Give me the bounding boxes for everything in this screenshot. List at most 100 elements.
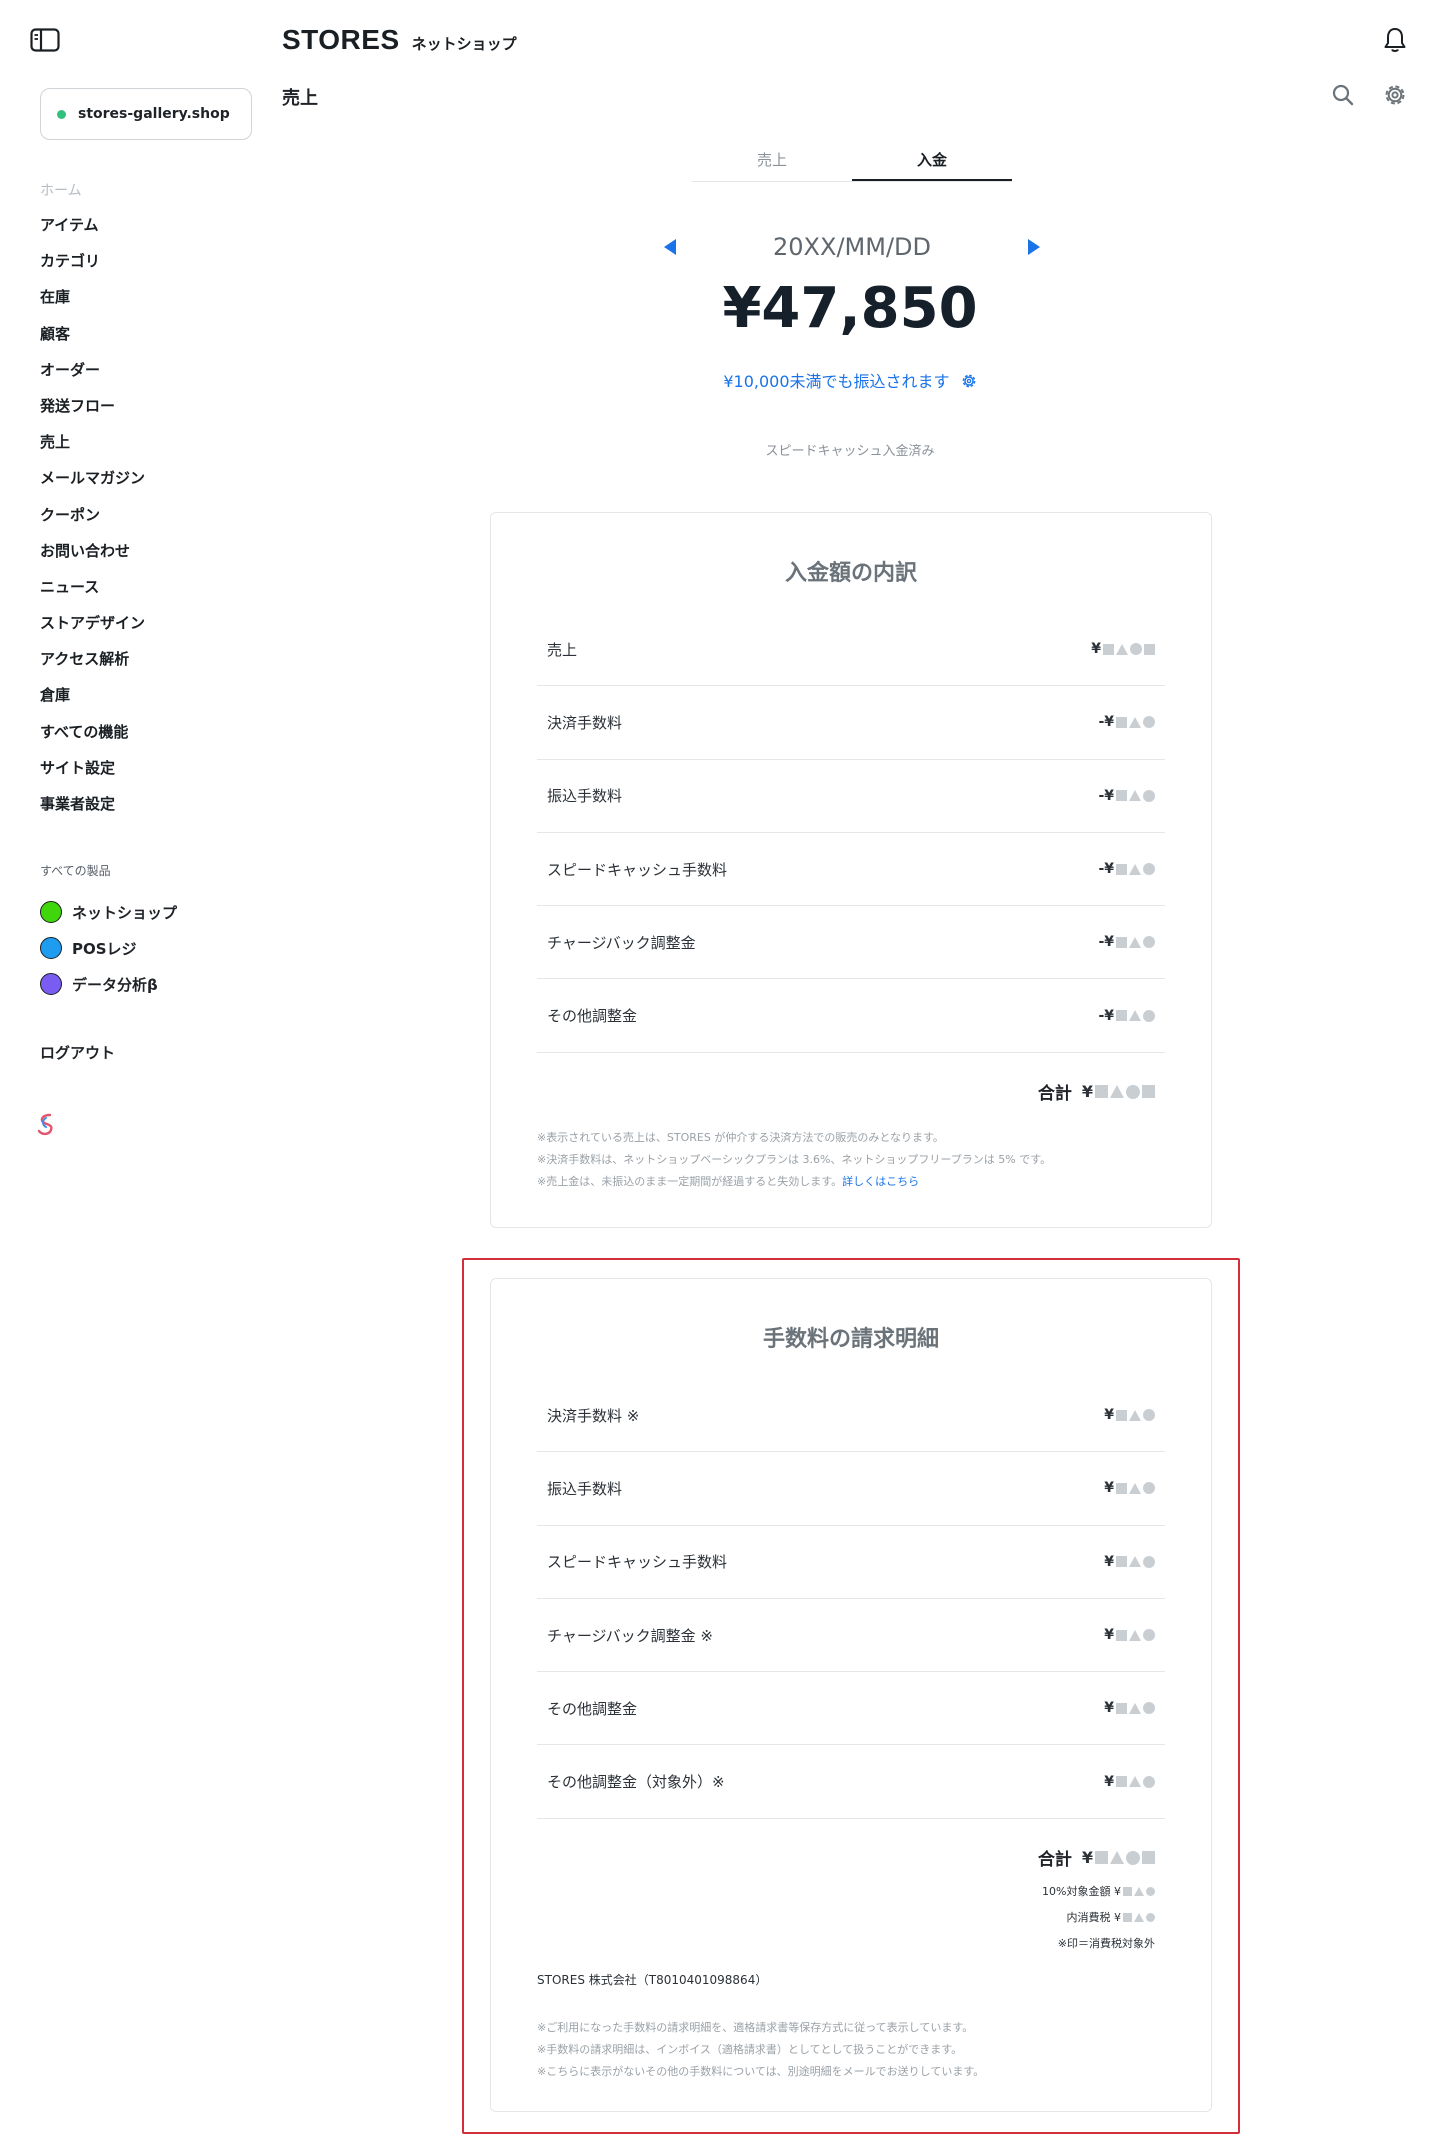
breakdown-total: 合計 ¥	[537, 1079, 1165, 1104]
product-label: ネットショップ	[72, 903, 178, 922]
transfer-note-text: ¥10,000未満でも振込されます	[723, 372, 950, 391]
row-label: 振込手数料	[547, 787, 623, 806]
product-list: ネットショップ POSレジ データ分析β	[40, 894, 177, 1002]
card-title: 入金額の内訳	[784, 561, 917, 586]
sidebar-item-warehouse[interactable]: 倉庫	[40, 684, 145, 720]
notification-bell-icon[interactable]	[1382, 26, 1408, 54]
mask-square-icon	[1116, 1409, 1127, 1421]
masked-value: ¥	[1082, 1082, 1155, 1101]
value-prefix: ¥	[1091, 641, 1101, 658]
mask-square-icon	[1142, 1085, 1155, 1098]
masked-value: -¥	[1098, 788, 1155, 804]
mask-triangle-icon	[1129, 1556, 1141, 1568]
shop-status-dot	[57, 109, 66, 119]
breakdown-row-speed-cash-fee: スピードキャッシュ手数料 -¥	[537, 833, 1165, 907]
product-dot-icon	[40, 901, 62, 923]
mask-triangle-icon	[1134, 1886, 1144, 1896]
tab-deposit[interactable]: 入金	[852, 146, 1012, 181]
value-prefix: -¥	[1098, 934, 1114, 951]
sidebar-item-items[interactable]: アイテム	[40, 214, 145, 250]
shop-selector[interactable]: stores-gallery.shop	[40, 88, 252, 140]
sidebar-item-mail-magazine[interactable]: メールマガジン	[40, 467, 145, 503]
logout-link[interactable]: ログアウト	[40, 1042, 115, 1063]
mask-square-icon	[1116, 936, 1127, 948]
masked-value: ¥	[1104, 1554, 1155, 1570]
sidebar-item-news[interactable]: ニュース	[40, 576, 145, 612]
row-label: スピードキャッシュ手数料	[547, 860, 728, 879]
sidebar-item-all-features[interactable]: すべての機能	[40, 721, 145, 757]
masked-value: ¥	[1104, 1480, 1155, 1496]
masked-value: -¥	[1098, 934, 1155, 950]
deposit-breakdown-card: 入金額の内訳 売上 ¥ 決済手数料 -¥ 振込手数料 -¥ スピードキャッシュ手…	[490, 512, 1212, 1228]
mask-triangle-icon	[1110, 1851, 1124, 1864]
masked-value: ¥	[1104, 1407, 1155, 1423]
breakdown-rows: 売上 ¥ 決済手数料 -¥ 振込手数料 -¥ スピードキャッシュ手数料 -¥ チ…	[537, 613, 1165, 1053]
brand[interactable]: STORES ネットショップ	[282, 24, 517, 56]
sidebar-item-analytics[interactable]: アクセス解析	[40, 648, 145, 684]
mask-triangle-icon	[1110, 1085, 1124, 1098]
sidebar-item-store-design[interactable]: ストアデザイン	[40, 612, 145, 648]
product-item-netshop[interactable]: ネットショップ	[40, 894, 177, 930]
footnote: ※手数料の請求明細は、インボイス（適格請求書）としてとして扱うことができます。	[537, 2043, 963, 2056]
previous-date-icon[interactable]	[664, 239, 676, 255]
mask-square-icon	[1142, 1851, 1155, 1864]
page-title: 売上	[282, 88, 318, 109]
mask-square-icon	[1095, 1851, 1108, 1864]
mask-triangle-icon	[1129, 790, 1141, 802]
row-label: 決済手数料	[547, 713, 623, 732]
masked-value: ¥	[1104, 1700, 1155, 1716]
row-label: その他調整金	[547, 1699, 638, 1718]
value-prefix: ¥	[1104, 1407, 1114, 1424]
search-icon[interactable]	[1330, 82, 1356, 108]
product-item-analytics[interactable]: データ分析β	[40, 966, 177, 1002]
sidebar-item-coupons[interactable]: クーポン	[40, 504, 145, 540]
row-label: その他調整金	[547, 1007, 638, 1026]
mask-square-icon	[1116, 1629, 1127, 1641]
sidebar-item-shipping-flow[interactable]: 発送フロー	[40, 395, 145, 431]
invoice-row-payment-fee: 決済手数料 ※ ¥	[537, 1379, 1165, 1453]
sidebar-item-site-settings[interactable]: サイト設定	[40, 757, 145, 793]
breakdown-footnotes: ※表示されている売上は、STORES が仲介する決済方法での販売のみとなります。…	[537, 1127, 1177, 1193]
mask-square-icon	[1116, 1702, 1127, 1714]
invoice-row-other-adjustment-exempt: その他調整金（対象外）※ ¥	[537, 1745, 1165, 1819]
sidebar-item-home[interactable]: ホーム	[40, 180, 82, 200]
shop-name: stores-gallery.shop	[78, 106, 230, 122]
total-label: 合計	[1037, 1850, 1072, 1870]
tax-target-label: 10%対象金額 ¥	[1042, 1885, 1121, 1898]
sidebar-item-business-settings[interactable]: 事業者設定	[40, 793, 145, 829]
mask-circle-icon	[1143, 1629, 1155, 1642]
tab-sales[interactable]: 売上	[692, 146, 852, 181]
breakdown-row-transfer-fee: 振込手数料 -¥	[537, 760, 1165, 833]
details-link[interactable]: 詳しくはこちら	[842, 1175, 919, 1188]
transfer-setting-link[interactable]: ¥10,000未満でも振込されます	[0, 368, 1440, 392]
value-prefix: ¥	[1081, 1848, 1093, 1867]
sidebar-item-inquiries[interactable]: お問い合わせ	[40, 540, 145, 576]
included-tax-amount: 内消費税 ¥	[537, 1909, 1165, 1925]
mask-triangle-icon	[1129, 1702, 1141, 1714]
product-item-pos[interactable]: POSレジ	[40, 930, 177, 966]
mask-circle-icon	[1143, 1482, 1155, 1495]
value-prefix: -¥	[1098, 1007, 1114, 1024]
tab-bar: 売上 入金	[692, 146, 1012, 182]
mask-circle-icon	[1143, 1555, 1155, 1568]
value-prefix: -¥	[1098, 787, 1114, 804]
tax-target-amount: 10%対象金額 ¥	[537, 1883, 1165, 1899]
invoice-rows: 決済手数料 ※ ¥ 振込手数料 ¥ スピードキャッシュ手数料 ¥ チャージバック…	[537, 1379, 1165, 1819]
next-date-icon[interactable]	[1028, 239, 1040, 255]
masked-value: ¥	[1104, 1774, 1155, 1790]
mask-circle-icon	[1143, 716, 1155, 729]
mask-circle-icon	[1143, 1409, 1155, 1422]
mask-circle-icon	[1143, 1009, 1155, 1022]
gear-icon[interactable]	[1382, 82, 1408, 108]
mask-triangle-icon	[1134, 1912, 1144, 1922]
masked-value: -¥	[1098, 1008, 1155, 1024]
mask-circle-icon	[1143, 863, 1155, 876]
sidebar-toggle-icon[interactable]	[30, 28, 60, 52]
mask-circle-icon	[1143, 936, 1155, 949]
mask-square-icon	[1116, 1010, 1127, 1022]
mask-square-icon	[1123, 1912, 1132, 1922]
date-navigator: 20XX/MM/DD	[664, 230, 1040, 264]
footnote: ※売上金は、未振込のまま一定期間が経過すると失効します。詳しくはこちら	[537, 1175, 920, 1188]
masked-value: ¥	[1104, 1627, 1155, 1643]
products-section-label: すべての製品	[40, 864, 111, 878]
